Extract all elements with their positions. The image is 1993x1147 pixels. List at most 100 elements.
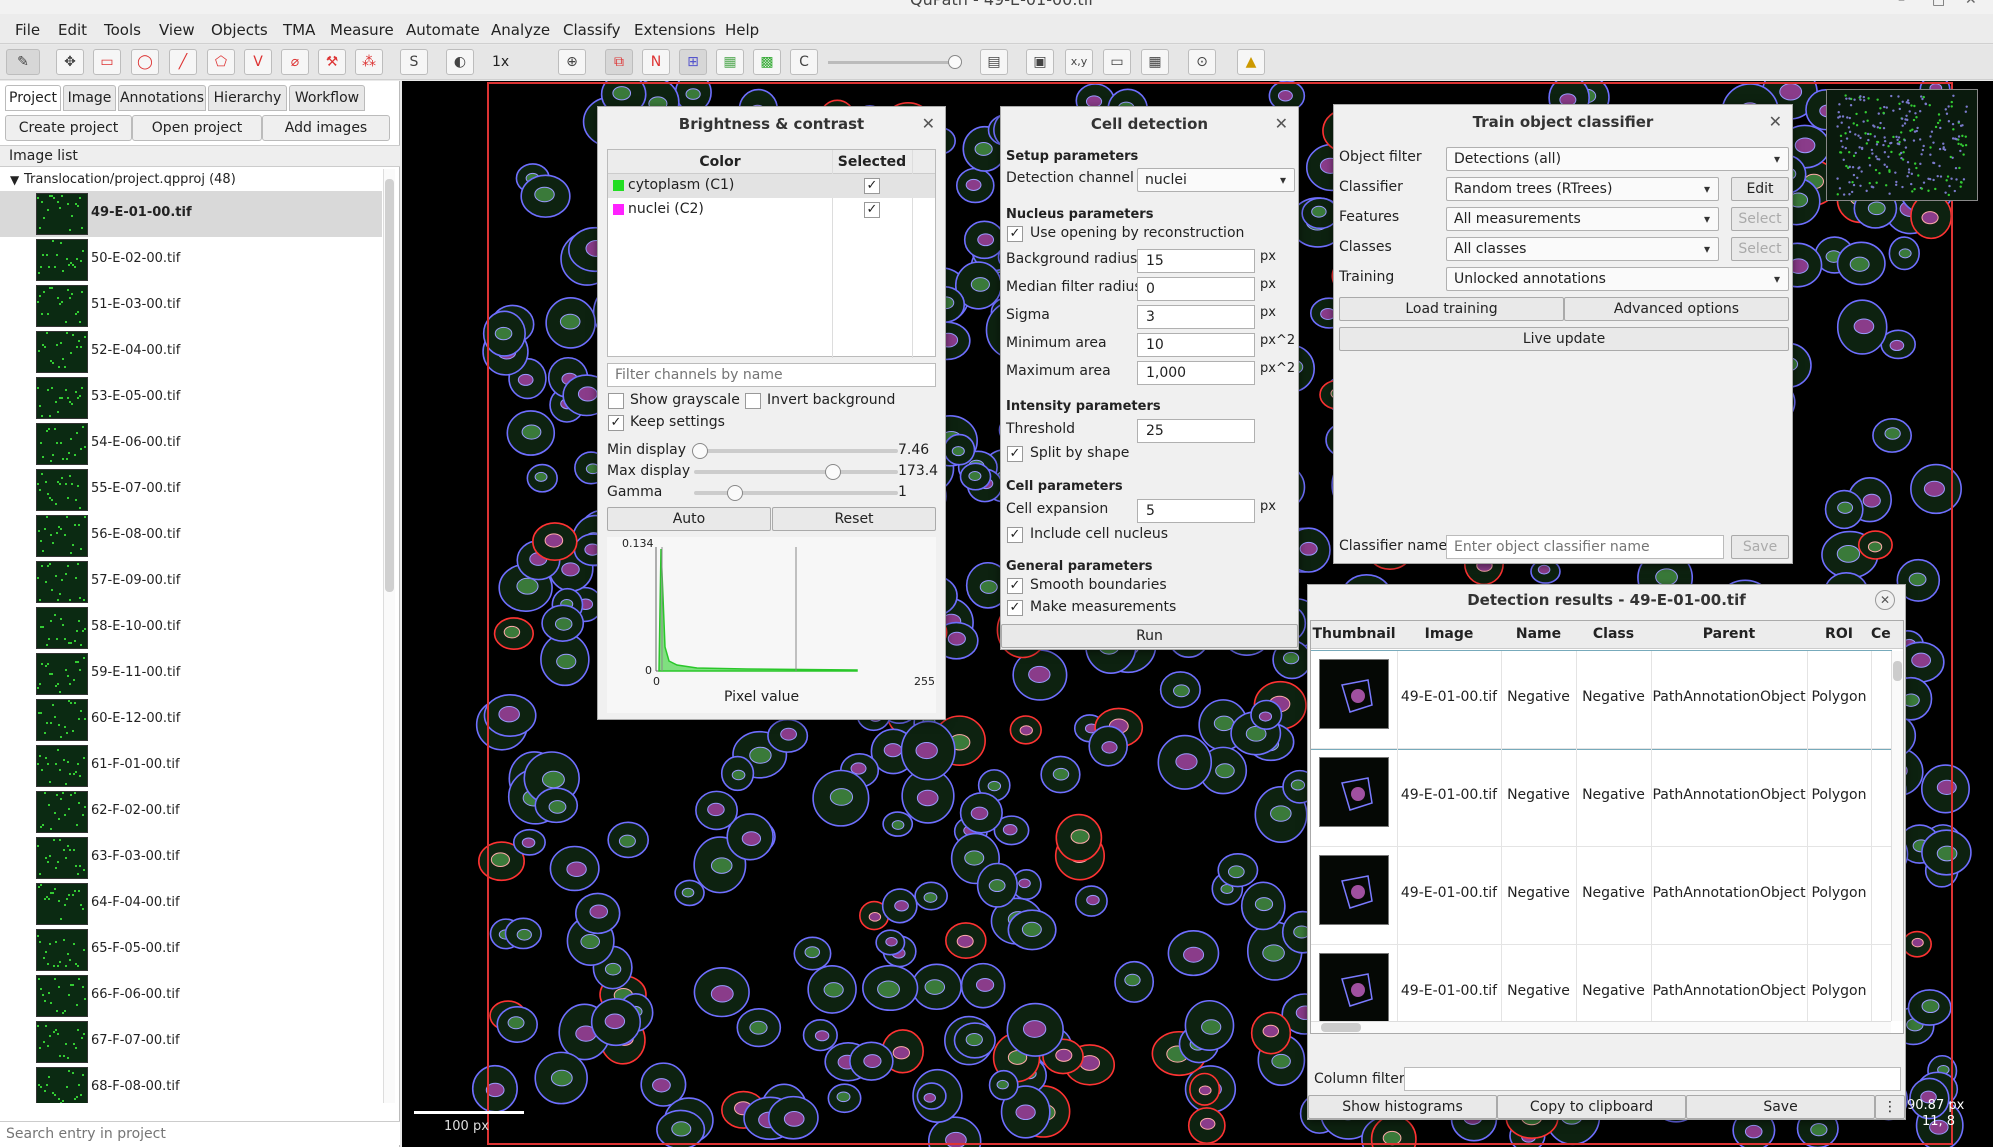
- add-images-button[interactable]: Add images: [262, 115, 390, 141]
- show-connections-button[interactable]: C: [790, 49, 818, 75]
- polygon-tool-icon[interactable]: ⬠: [207, 49, 235, 75]
- contrast-icon[interactable]: ◐: [446, 49, 474, 75]
- menu-file[interactable]: File: [15, 21, 40, 39]
- column-filter-input[interactable]: [1404, 1067, 1901, 1091]
- tab-annotations[interactable]: Annotations: [118, 85, 206, 111]
- col-thumbnail[interactable]: Thumbnail: [1311, 626, 1397, 642]
- col-image[interactable]: Image: [1397, 626, 1501, 642]
- show-annotations-icon[interactable]: ⧉: [605, 49, 633, 75]
- menu-view[interactable]: View: [159, 21, 195, 39]
- expand-icon[interactable]: ▼: [10, 173, 19, 187]
- channel-selected-checkbox[interactable]: ✓: [864, 178, 880, 194]
- detection-channel-select[interactable]: nuclei: [1137, 168, 1295, 192]
- opacity-slider-track[interactable]: [828, 61, 958, 64]
- sigma-input[interactable]: 3: [1137, 305, 1255, 329]
- use-opening-checkbox[interactable]: ✓: [1007, 226, 1023, 242]
- wand-tool-icon[interactable]: ⚒: [318, 49, 346, 75]
- overview-icon[interactable]: ▣: [1026, 49, 1054, 75]
- invert-background-checkbox[interactable]: [745, 393, 761, 409]
- save-results-button[interactable]: Save: [1686, 1095, 1875, 1119]
- list-item[interactable]: 66-F-06-00.tif: [0, 973, 382, 1019]
- features-select[interactable]: All measurements: [1446, 207, 1719, 231]
- cursor-location-button[interactable]: x,y: [1065, 49, 1093, 75]
- copy-to-clipboard-button[interactable]: Copy to clipboard: [1497, 1095, 1686, 1119]
- tab-workflow[interactable]: Workflow: [289, 85, 365, 111]
- tab-image[interactable]: Image: [63, 85, 116, 111]
- menu-objects[interactable]: Objects: [211, 21, 268, 39]
- results-vscrollbar[interactable]: [1891, 651, 1903, 1021]
- training-select[interactable]: Unlocked annotations: [1446, 267, 1789, 291]
- menu-edit[interactable]: Edit: [58, 21, 87, 39]
- list-item[interactable]: 56-E-08-00.tif: [0, 513, 382, 559]
- project-node[interactable]: Translocation/project.qpproj (48): [24, 172, 236, 187]
- run-button[interactable]: Run: [1001, 624, 1298, 648]
- ellipse-tool-icon[interactable]: ◯: [131, 49, 159, 75]
- list-item[interactable]: 52-E-04-00.tif: [0, 329, 382, 375]
- list-item[interactable]: 51-E-03-00.tif: [0, 283, 382, 329]
- brush-tool-icon[interactable]: ⌀: [281, 49, 309, 75]
- classes-select[interactable]: All classes: [1446, 237, 1719, 261]
- menu-automate[interactable]: Automate: [406, 21, 480, 39]
- close-icon[interactable]: ✕: [1769, 112, 1782, 131]
- list-item[interactable]: 58-E-10-00.tif: [0, 605, 382, 651]
- menu-analyze[interactable]: Analyze: [491, 21, 550, 39]
- col-roi[interactable]: ROI: [1807, 626, 1871, 642]
- close-icon[interactable]: ✕: [1275, 114, 1288, 133]
- slider-thumb[interactable]: [824, 464, 841, 480]
- col-parent[interactable]: Parent: [1651, 626, 1807, 642]
- slider-thumb[interactable]: [726, 485, 743, 501]
- preferences-icon[interactable]: ⊙: [1188, 49, 1216, 75]
- opacity-slider-thumb[interactable]: [948, 55, 962, 69]
- list-item[interactable]: 68-F-08-00.tif: [0, 1065, 382, 1103]
- maximum-area-input[interactable]: 1,000: [1137, 361, 1255, 385]
- table-row[interactable]: 49-E-01-00.tif Negative Negative PathAnnota…: [1311, 650, 1892, 750]
- reset-button[interactable]: Reset: [772, 507, 936, 531]
- advanced-options-button[interactable]: Advanced options: [1564, 297, 1789, 321]
- filter-channels-input[interactable]: [607, 363, 936, 387]
- show-tma-grid-icon[interactable]: ⊞: [679, 49, 707, 75]
- pen-icon[interactable]: ✎: [6, 49, 40, 75]
- table-row[interactable]: 49-E-01-00.tif Negative Negative PathAnnota…: [1311, 749, 1891, 847]
- col-name[interactable]: Name: [1501, 626, 1576, 642]
- results-hscrollbar[interactable]: [1311, 1021, 1891, 1033]
- tab-project[interactable]: Project: [5, 85, 61, 111]
- col-class[interactable]: Class: [1576, 626, 1651, 642]
- list-item[interactable]: 57-E-09-00.tif: [0, 559, 382, 605]
- list-item[interactable]: 64-F-04-00.tif: [0, 881, 382, 927]
- menu-extensions[interactable]: Extensions: [634, 21, 715, 39]
- line-tool-icon[interactable]: ╱: [169, 49, 197, 75]
- show-grayscale-checkbox[interactable]: [608, 393, 624, 409]
- show-detections-icon[interactable]: ▦: [716, 49, 744, 75]
- selection-mode-button[interactable]: S: [400, 49, 428, 75]
- keep-settings-checkbox[interactable]: ✓: [608, 415, 624, 431]
- search-input[interactable]: [6, 1124, 392, 1144]
- channel-selected-checkbox[interactable]: ✓: [864, 202, 880, 218]
- select-features-button[interactable]: Select: [1731, 207, 1789, 231]
- edit-button[interactable]: Edit: [1731, 177, 1789, 201]
- move-icon[interactable]: ✥: [56, 49, 84, 75]
- smooth-boundaries-checkbox[interactable]: ✓: [1007, 578, 1023, 594]
- list-item[interactable]: 60-E-12-00.tif: [0, 697, 382, 743]
- background-radius-input[interactable]: 15: [1137, 249, 1255, 273]
- maximize-icon[interactable]: □: [1932, 0, 1945, 8]
- close-icon[interactable]: ✕: [1965, 0, 1977, 8]
- menu-tma[interactable]: TMA: [283, 21, 315, 39]
- load-training-button[interactable]: Load training: [1339, 297, 1564, 321]
- object-filter-select[interactable]: Detections (all): [1446, 147, 1789, 171]
- zoom-to-fit-icon[interactable]: ⊕: [558, 49, 586, 75]
- threshold-input[interactable]: 25: [1137, 419, 1255, 443]
- list-item[interactable]: 50-E-02-00.tif: [0, 237, 382, 283]
- more-options-icon[interactable]: ⋮: [1875, 1095, 1905, 1119]
- show-histograms-button[interactable]: Show histograms: [1308, 1095, 1497, 1119]
- rectangle-tool-icon[interactable]: ▭: [93, 49, 121, 75]
- polyline-tool-icon[interactable]: V: [244, 49, 272, 75]
- list-item[interactable]: 53-E-05-00.tif: [0, 375, 382, 421]
- points-tool-icon[interactable]: ⁂: [355, 49, 383, 75]
- make-measurements-checkbox[interactable]: ✓: [1007, 600, 1023, 616]
- slider-thumb[interactable]: [692, 443, 709, 459]
- split-by-shape-checkbox[interactable]: ✓: [1007, 446, 1023, 462]
- classifier-select[interactable]: Random trees (RTrees): [1446, 177, 1719, 201]
- fill-detections-icon[interactable]: ▩: [753, 49, 781, 75]
- scalebar-icon[interactable]: ▭: [1103, 49, 1131, 75]
- select-classes-button[interactable]: Select: [1731, 237, 1789, 261]
